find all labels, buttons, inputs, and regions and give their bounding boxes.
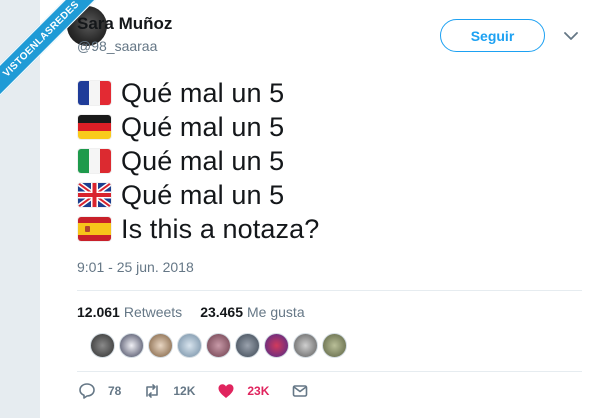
tweet-card: Sara Muñoz @98_saaraa Seguir Qué mal un … <box>40 0 616 418</box>
liker-avatar[interactable] <box>119 333 144 358</box>
tweet-line: Qué mal un 5 <box>78 178 319 212</box>
liker-avatar[interactable] <box>177 333 202 358</box>
tweet-stats: 12.061 Retweets 23.465 Me gusta <box>77 304 305 320</box>
retweet-button[interactable]: 12K <box>143 382 195 400</box>
likes-count: 23.465 <box>200 304 244 320</box>
like-count: 23K <box>247 384 270 398</box>
liker-avatar[interactable] <box>90 333 115 358</box>
liker-avatar[interactable] <box>322 333 347 358</box>
uk-flag-icon <box>78 183 111 207</box>
tweet-line: Is this a notaza? <box>78 212 319 246</box>
divider <box>77 290 582 291</box>
reply-count: 78 <box>108 384 122 398</box>
user-name[interactable]: Sara Muñoz <box>77 14 172 34</box>
liker-avatar[interactable] <box>206 333 231 358</box>
retweet-icon <box>146 384 159 398</box>
tweet-line-text: Qué mal un 5 <box>121 77 285 108</box>
envelope-icon <box>293 385 308 397</box>
heart-icon <box>218 384 234 398</box>
likes-label: Me gusta <box>247 304 305 320</box>
follow-button[interactable]: Seguir <box>440 19 545 52</box>
liker-avatar[interactable] <box>148 333 173 358</box>
germany-flag-icon <box>78 115 111 139</box>
retweet-count: 12K <box>173 384 196 398</box>
liker-avatar[interactable] <box>293 333 318 358</box>
spain-flag-icon <box>78 217 111 241</box>
retweets-label: Retweets <box>123 304 183 320</box>
tweet-line: Qué mal un 5 <box>78 76 319 110</box>
likes-stat[interactable]: 23.465 Me gusta <box>200 304 304 320</box>
tweet-line-text: Qué mal un 5 <box>121 179 285 210</box>
retweets-count: 12.061 <box>77 304 120 320</box>
liker-avatar[interactable] <box>235 333 260 358</box>
france-flag-icon <box>78 81 111 105</box>
italy-flag-icon <box>78 149 111 173</box>
message-button[interactable] <box>291 382 309 400</box>
tweet-text: Qué mal un 5 Qué mal un 5 Qué mal un 5 Q… <box>78 76 319 246</box>
tweet-line-text: Qué mal un 5 <box>121 111 285 142</box>
reply-icon <box>79 383 95 399</box>
liker-avatars <box>90 333 351 358</box>
user-handle[interactable]: @98_saaraa <box>77 38 157 54</box>
tweet-actions: 78 12K 23K <box>78 382 331 400</box>
tweet-line: Qué mal un 5 <box>78 110 319 144</box>
tweet-timestamp[interactable]: 9:01 - 25 jun. 2018 <box>77 259 194 275</box>
like-button[interactable]: 23K <box>217 382 269 400</box>
chevron-down-icon[interactable] <box>562 27 580 45</box>
liker-avatar[interactable] <box>264 333 289 358</box>
reply-button[interactable]: 78 <box>78 382 121 400</box>
tweet-line: Qué mal un 5 <box>78 144 319 178</box>
tweet-line-text: Qué mal un 5 <box>121 145 285 176</box>
tweet-line-text: Is this a notaza? <box>121 213 320 244</box>
divider <box>77 371 582 372</box>
retweets-stat[interactable]: 12.061 Retweets <box>77 304 182 320</box>
